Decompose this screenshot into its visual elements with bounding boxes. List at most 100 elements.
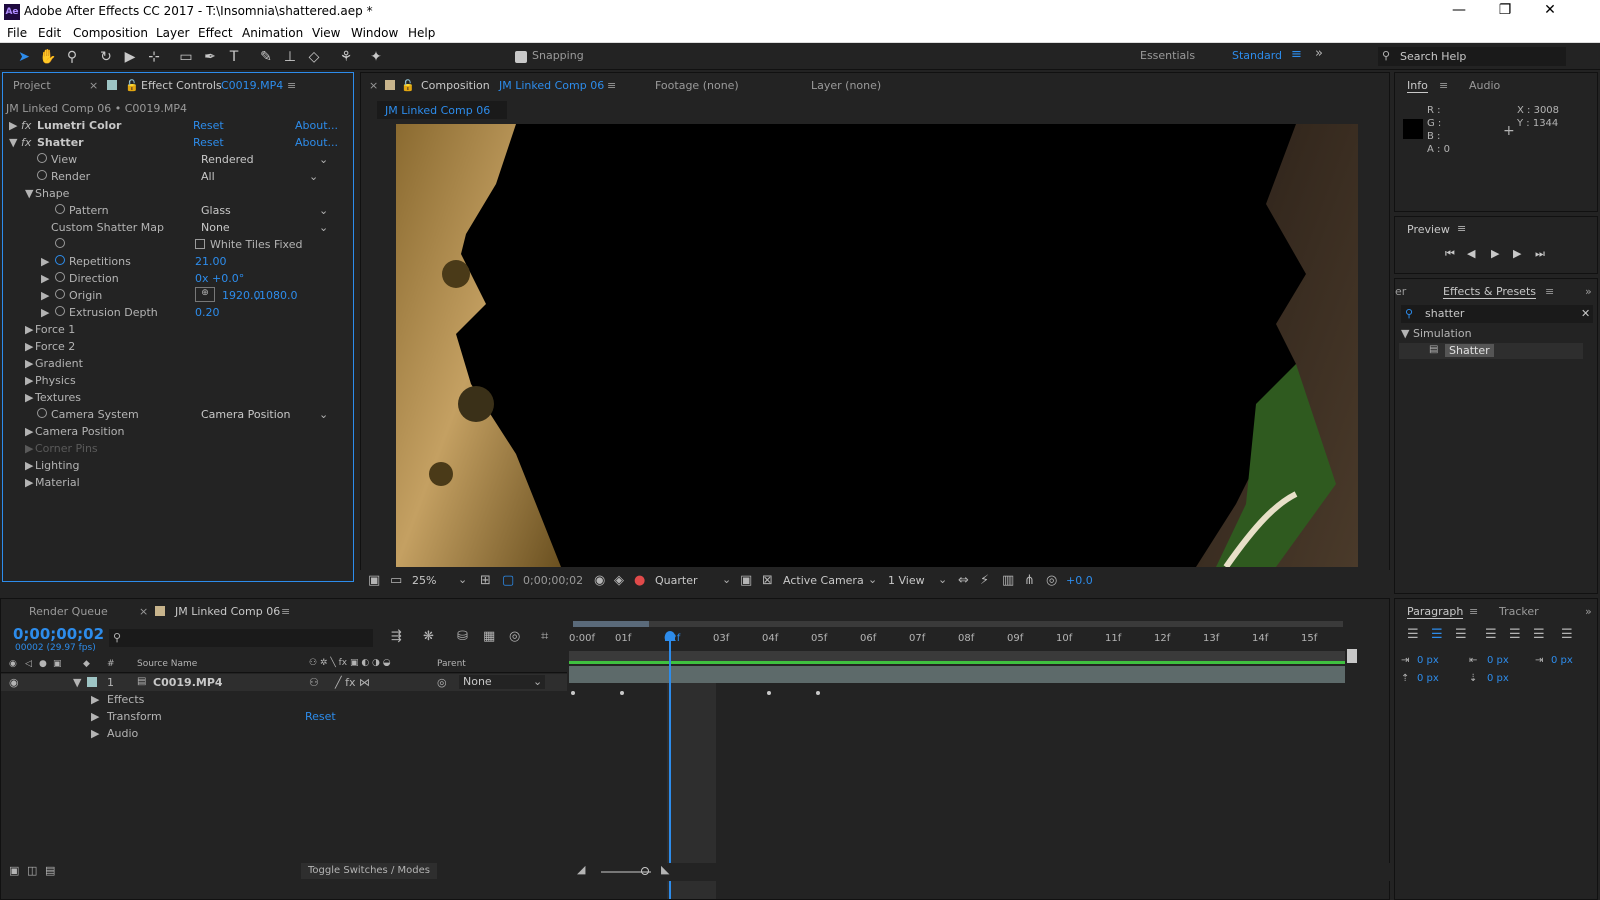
indent-right-value[interactable]: 0 px: [1487, 655, 1509, 666]
panel-menu-icon[interactable]: ≡: [287, 79, 296, 92]
close-icon[interactable]: ×: [89, 79, 98, 92]
viewer-timecode[interactable]: 0;00;00;02: [523, 574, 583, 587]
pen-tool-icon[interactable]: ✒: [200, 47, 220, 67]
always-preview-icon[interactable]: ▣: [368, 573, 380, 588]
justify-all-icon[interactable]: ☰: [1561, 627, 1573, 642]
menu-layer[interactable]: Layer: [156, 26, 189, 40]
timeline-icon[interactable]: ▥: [1002, 573, 1014, 588]
playhead[interactable]: [669, 633, 671, 899]
tab-truncated[interactable]: er: [1395, 285, 1406, 298]
layer-search-input[interactable]: ⚲: [109, 629, 373, 647]
effect-lumetri-row[interactable]: ▶ fx Lumetri Color Reset About...: [3, 117, 353, 134]
justify-left-icon[interactable]: ☰: [1485, 627, 1497, 642]
keyframe[interactable]: [767, 691, 771, 695]
camera-dropdown[interactable]: Active Camera: [783, 574, 864, 587]
track-area[interactable]: 0:00f 01f 02f 03f 04f 05f 06f 07f 08f 09…: [569, 617, 1389, 899]
menu-help[interactable]: Help: [408, 26, 435, 40]
eraser-tool-icon[interactable]: ◇: [304, 47, 324, 67]
group-force2-row[interactable]: ▶ Force 2: [3, 338, 353, 355]
color-channels-icon[interactable]: ●: [634, 573, 645, 588]
lock-icon[interactable]: 🔓: [401, 79, 415, 92]
menu-composition[interactable]: Composition: [73, 26, 148, 40]
white-tiles-checkbox[interactable]: [195, 239, 205, 249]
origin-y-value[interactable]: 1080.0: [259, 289, 298, 302]
lock-icon[interactable]: ▣: [53, 659, 62, 669]
play-icon[interactable]: ▶: [1491, 247, 1499, 260]
layer-switches-fx[interactable]: ╱ fx ⋈: [335, 676, 370, 689]
draft-3d-icon[interactable]: ❋: [423, 629, 434, 644]
menu-window[interactable]: Window: [351, 26, 398, 40]
snapping-checkbox[interactable]: [515, 51, 527, 63]
keyframe[interactable]: [620, 691, 624, 695]
menu-edit[interactable]: Edit: [38, 26, 61, 40]
zoom-tool-icon[interactable]: ⚲: [62, 47, 82, 67]
transparency-grid-icon[interactable]: ⊠: [762, 573, 773, 588]
first-frame-icon[interactable]: ⏮: [1445, 247, 1455, 261]
panel-menu-icon[interactable]: ≡: [1469, 605, 1478, 618]
time-ruler[interactable]: 0:00f 01f 02f 03f 04f 05f 06f 07f 08f 09…: [569, 631, 1349, 647]
roto-brush-tool-icon[interactable]: ⚘: [336, 47, 356, 67]
tab-tracker[interactable]: Tracker: [1499, 605, 1539, 618]
tab-render-queue[interactable]: Render Queue: [29, 605, 108, 618]
layer-child-transform[interactable]: ▶ Transform Reset: [1, 708, 571, 725]
overflow-icon[interactable]: »: [1585, 285, 1592, 298]
puppet-pin-tool-icon[interactable]: ✦: [366, 47, 386, 67]
prev-frame-icon[interactable]: ◀: [1467, 247, 1475, 260]
navigator-handle[interactable]: [573, 621, 649, 627]
custom-map-dropdown[interactable]: None: [195, 221, 329, 235]
motion-blur-icon[interactable]: ◎: [509, 629, 520, 644]
brush-tool-icon[interactable]: ✎: [256, 47, 276, 67]
flowchart-icon[interactable]: ⋔: [1024, 573, 1035, 588]
panel-menu-icon[interactable]: ≡: [1545, 285, 1554, 298]
repetitions-value[interactable]: 21.00: [195, 255, 227, 268]
comp-viewer[interactable]: [396, 124, 1358, 567]
minimize-icon[interactable]: —: [1444, 2, 1474, 22]
eye-icon[interactable]: ◉: [9, 676, 19, 689]
rectangle-tool-icon[interactable]: ▭: [176, 47, 196, 67]
stopwatch-icon[interactable]: [55, 255, 65, 265]
tab-layer[interactable]: Layer (none): [811, 79, 881, 92]
toggle-pixel-aspect-icon[interactable]: ⇔: [958, 573, 969, 588]
space-after-value[interactable]: 0 px: [1487, 673, 1509, 684]
stopwatch-icon[interactable]: [55, 272, 65, 282]
close-icon[interactable]: ×: [139, 605, 148, 618]
menu-effect[interactable]: Effect: [198, 26, 233, 40]
stopwatch-icon[interactable]: [37, 408, 47, 418]
effect-controls-target[interactable]: C0019.MP4: [221, 79, 283, 92]
snapshot-icon[interactable]: ◉: [594, 573, 605, 588]
last-frame-icon[interactable]: ⏭: [1535, 247, 1545, 261]
effects-search-input[interactable]: shatter: [1425, 307, 1464, 320]
tab-paragraph[interactable]: Paragraph: [1407, 605, 1464, 619]
zoom-out-icon[interactable]: ◢: [577, 863, 585, 876]
maximize-icon[interactable]: ❐: [1490, 2, 1520, 22]
panel-menu-icon[interactable]: ≡: [1439, 79, 1448, 92]
group-lighting-row[interactable]: ▶ Lighting: [3, 457, 353, 474]
toggle-switches-modes[interactable]: Toggle Switches / Modes: [301, 863, 437, 879]
layer-child-effects[interactable]: ▶ Effects: [1, 691, 571, 708]
align-right-icon[interactable]: ☰: [1455, 627, 1467, 642]
selection-tool-icon[interactable]: ➤: [14, 47, 34, 67]
resolution-dropdown[interactable]: Quarter: [655, 574, 698, 587]
mask-toggle-icon[interactable]: ▢: [502, 573, 514, 588]
comp-marker-icon[interactable]: [1347, 649, 1357, 663]
justify-right-icon[interactable]: ☰: [1533, 627, 1545, 642]
grid-icon[interactable]: ⊞: [480, 573, 491, 588]
fast-previews-icon[interactable]: ⚡: [980, 573, 989, 588]
label-icon[interactable]: ◆: [83, 659, 90, 669]
region-of-interest-icon[interactable]: ▣: [740, 573, 752, 588]
tab-effect-controls[interactable]: Effect Controls: [141, 79, 222, 92]
space-before-value[interactable]: 0 px: [1417, 673, 1439, 684]
crosshair-icon[interactable]: ⊕: [195, 287, 215, 302]
tab-effects-presets[interactable]: Effects & Presets: [1443, 285, 1536, 299]
time-navigator[interactable]: [573, 621, 1343, 627]
zoom-slider-thumb[interactable]: [641, 867, 649, 875]
tab-timeline-comp[interactable]: JM Linked Comp 06: [175, 605, 280, 618]
tab-footage[interactable]: Footage (none): [655, 79, 739, 92]
render-dropdown[interactable]: All: [195, 170, 319, 184]
playhead-handle[interactable]: [665, 631, 675, 641]
menu-file[interactable]: File: [7, 26, 27, 40]
graph-editor-icon[interactable]: ⌗: [541, 629, 548, 644]
comp-flow-tab[interactable]: JM Linked Comp 06: [377, 101, 507, 119]
layer-bar[interactable]: [569, 666, 1345, 683]
hand-tool-icon[interactable]: ✋: [38, 47, 58, 67]
